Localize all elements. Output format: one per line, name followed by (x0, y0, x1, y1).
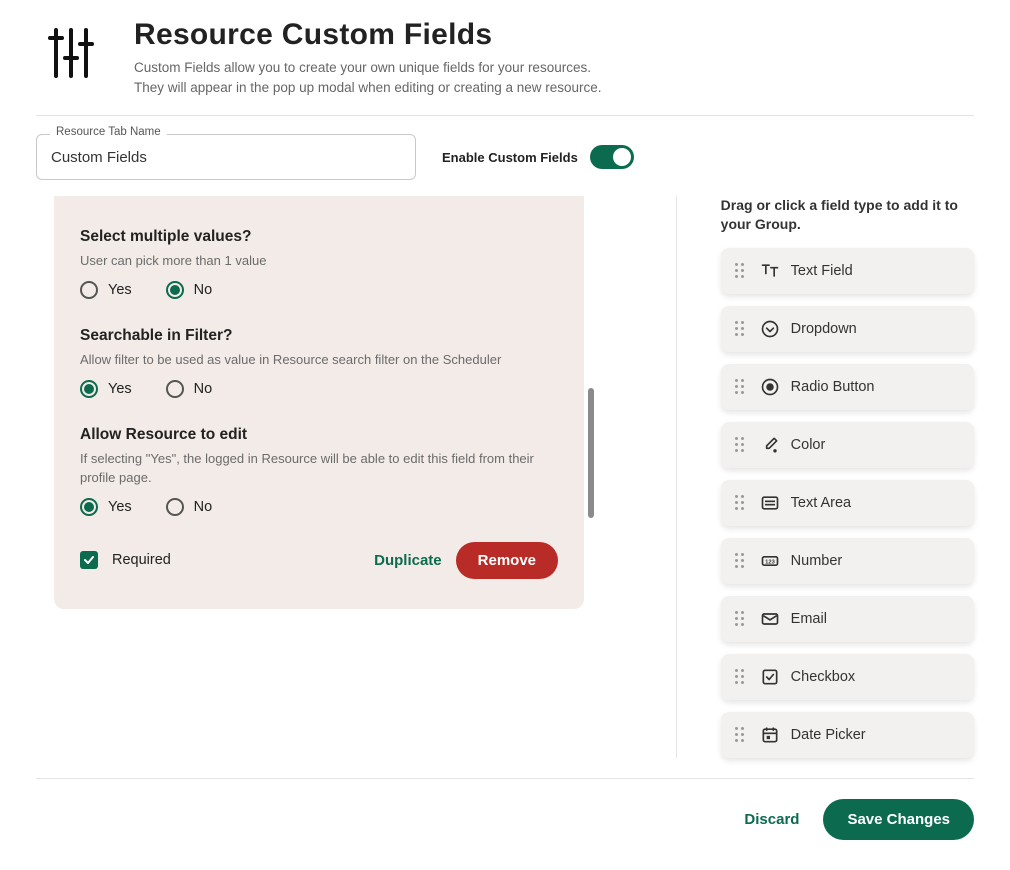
duplicate-button[interactable]: Duplicate (374, 552, 442, 569)
drag-handle-icon[interactable] (731, 553, 749, 568)
radio-label: No (194, 499, 213, 515)
drag-handle-icon[interactable] (731, 263, 749, 278)
right-panel-hint: Drag or click a field type to add it to … (721, 196, 974, 234)
svg-text:123: 123 (765, 559, 775, 565)
radio-label: Yes (108, 499, 132, 515)
resource-tab-name-label: Resource Tab Name (50, 126, 167, 138)
divider (36, 778, 974, 779)
section-title-searchable: Searchable in Filter? (80, 327, 558, 345)
drag-handle-icon[interactable] (731, 495, 749, 510)
field-type-radio-button[interactable]: Radio Button (721, 364, 974, 410)
color-icon (759, 434, 781, 456)
text-field-icon (759, 260, 781, 282)
toggle-knob (613, 148, 631, 166)
resource-tab-name-field[interactable]: Resource Tab Name (36, 134, 416, 180)
field-type-label: Color (791, 437, 826, 453)
drag-handle-icon[interactable] (731, 727, 749, 742)
enable-custom-fields-label: Enable Custom Fields (442, 150, 578, 165)
drag-handle-icon[interactable] (731, 321, 749, 336)
scroll-thumb[interactable] (588, 388, 594, 518)
field-type-label: Number (791, 553, 843, 569)
radio-button-icon (759, 376, 781, 398)
text-area-icon (759, 492, 781, 514)
required-label: Required (112, 552, 171, 568)
checkbox-icon (759, 666, 781, 688)
radio-label: Yes (108, 282, 132, 298)
section-title-allow-edit: Allow Resource to edit (80, 426, 558, 444)
field-type-checkbox[interactable]: Checkbox (721, 654, 974, 700)
multiple-yes-radio[interactable]: Yes (80, 281, 132, 299)
field-type-date-picker[interactable]: Date Picker (721, 712, 974, 758)
field-type-dropdown[interactable]: Dropdown (721, 306, 974, 352)
field-type-label: Text Area (791, 495, 851, 511)
searchable-yes-radio[interactable]: Yes (80, 380, 132, 398)
discard-button[interactable]: Discard (744, 811, 799, 828)
radio-label: No (194, 381, 213, 397)
multiple-no-radio[interactable]: No (166, 281, 213, 299)
section-desc-searchable: Allow filter to be used as value in Reso… (80, 351, 558, 370)
section-desc-multiple: User can pick more than 1 value (80, 252, 558, 271)
drag-handle-icon[interactable] (731, 379, 749, 394)
section-title-multiple: Select multiple values? (80, 228, 558, 246)
allow-edit-no-radio[interactable]: No (166, 498, 213, 516)
remove-button[interactable]: Remove (456, 542, 558, 579)
drag-handle-icon[interactable] (731, 611, 749, 626)
dropdown-icon (759, 318, 781, 340)
radio-label: Yes (108, 381, 132, 397)
page-title: Resource Custom Fields (134, 18, 602, 52)
page-description: Custom Fields allow you to create your o… (134, 58, 602, 97)
email-icon (759, 608, 781, 630)
field-settings-card: Select multiple values? User can pick mo… (54, 196, 584, 608)
resource-tab-name-input[interactable] (36, 134, 416, 180)
allow-edit-yes-radio[interactable]: Yes (80, 498, 132, 516)
field-type-number[interactable]: 123 Number (721, 538, 974, 584)
field-type-text-area[interactable]: Text Area (721, 480, 974, 526)
divider (36, 115, 974, 116)
field-type-label: Dropdown (791, 321, 857, 337)
section-desc-allow-edit: If selecting "Yes", the logged in Resour… (80, 450, 558, 488)
field-type-text-field[interactable]: Text Field (721, 248, 974, 294)
field-type-label: Email (791, 611, 827, 627)
check-icon (83, 554, 95, 566)
required-checkbox[interactable] (80, 551, 98, 569)
searchable-no-radio[interactable]: No (166, 380, 213, 398)
drag-handle-icon[interactable] (731, 669, 749, 684)
number-icon: 123 (759, 550, 781, 572)
radio-label: No (194, 282, 213, 298)
date-picker-icon (759, 724, 781, 746)
field-type-label: Radio Button (791, 379, 875, 395)
field-type-label: Date Picker (791, 727, 866, 743)
save-changes-button[interactable]: Save Changes (823, 799, 974, 840)
field-type-color[interactable]: Color (721, 422, 974, 468)
sliders-icon (36, 18, 106, 88)
vertical-divider (676, 196, 677, 758)
enable-custom-fields-toggle[interactable] (590, 145, 634, 169)
field-type-label: Checkbox (791, 669, 855, 685)
field-type-label: Text Field (791, 263, 853, 279)
field-type-email[interactable]: Email (721, 596, 974, 642)
drag-handle-icon[interactable] (731, 437, 749, 452)
